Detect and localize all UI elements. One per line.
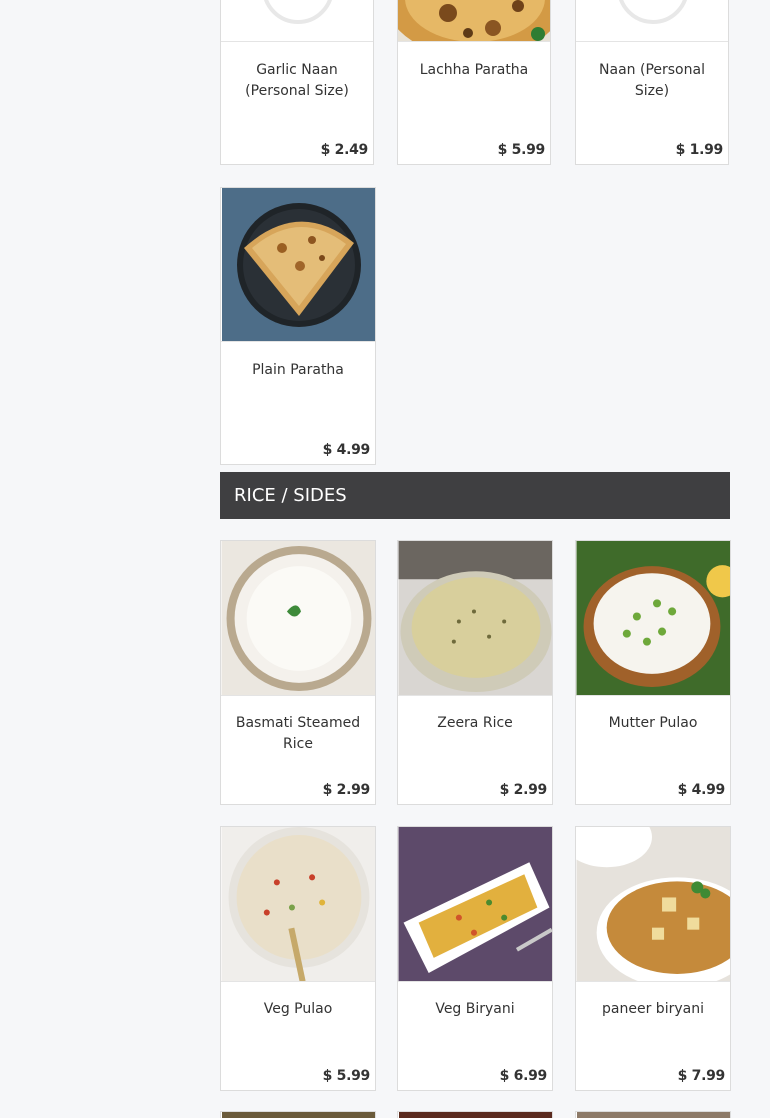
menu-page: Garlic Naan (Personal Size) $ 2.49 Lachh… xyxy=(0,0,770,1118)
item-image xyxy=(576,827,730,982)
item-price: $ 2.49 xyxy=(320,142,369,158)
menu-item-card[interactable] xyxy=(397,1111,553,1118)
item-image xyxy=(576,541,730,696)
item-price: $ 2.99 xyxy=(499,782,548,798)
item-name: Veg Biryani xyxy=(435,1001,515,1017)
item-name: Naan (Personal Size) xyxy=(599,62,705,99)
item-name: Lachha Paratha xyxy=(419,62,529,78)
item-image xyxy=(576,1112,730,1118)
menu-item-card[interactable]: Zeera Rice $ 2.99 xyxy=(397,540,553,805)
item-price: $ 6.99 xyxy=(499,1068,548,1084)
item-image xyxy=(398,827,552,982)
item-name: paneer biryani xyxy=(602,1001,704,1017)
item-image xyxy=(221,827,375,982)
item-image-placeholder xyxy=(576,0,728,42)
item-name: Garlic Naan (Personal Size) xyxy=(245,62,349,99)
menu-item-card[interactable] xyxy=(220,1111,376,1118)
item-price: $ 5.99 xyxy=(497,142,546,158)
menu-item-card[interactable]: Veg Biryani $ 6.99 xyxy=(397,826,553,1091)
item-image-placeholder xyxy=(221,0,373,42)
item-price: $ 4.99 xyxy=(322,442,371,458)
menu-item-card[interactable]: paneer biryani $ 7.99 xyxy=(575,826,731,1091)
item-name: Basmati Steamed Rice xyxy=(235,715,361,752)
section-title: RICE / SIDES xyxy=(234,485,347,506)
menu-item-card[interactable]: Lachha Paratha $ 5.99 xyxy=(397,0,551,165)
item-image xyxy=(221,1112,375,1118)
menu-item-card[interactable]: Veg Pulao $ 5.99 xyxy=(220,826,376,1091)
item-image xyxy=(398,0,550,42)
menu-item-card[interactable]: Basmati Steamed Rice $ 2.99 xyxy=(220,540,376,805)
item-image xyxy=(398,541,552,696)
item-name: Zeera Rice xyxy=(437,715,513,731)
item-price: $ 2.99 xyxy=(322,782,371,798)
item-price: $ 7.99 xyxy=(677,1068,726,1084)
item-image xyxy=(398,1112,552,1118)
item-image xyxy=(221,188,375,342)
item-price: $ 5.99 xyxy=(322,1068,371,1084)
section-header-rice-sides: RICE / SIDES xyxy=(220,472,730,519)
menu-item-card[interactable]: Garlic Naan (Personal Size) $ 2.49 xyxy=(220,0,374,165)
item-price: $ 4.99 xyxy=(677,782,726,798)
menu-item-card[interactable] xyxy=(575,1111,731,1118)
menu-item-card[interactable]: Naan (Personal Size) $ 1.99 xyxy=(575,0,729,165)
menu-item-card[interactable]: Mutter Pulao $ 4.99 xyxy=(575,540,731,805)
item-name: Veg Pulao xyxy=(263,1001,333,1017)
item-image xyxy=(221,541,375,696)
menu-item-card[interactable]: Plain Paratha $ 4.99 xyxy=(220,187,376,465)
item-name: Mutter Pulao xyxy=(608,715,698,731)
item-name: Plain Paratha xyxy=(252,362,344,378)
item-price: $ 1.99 xyxy=(675,142,724,158)
